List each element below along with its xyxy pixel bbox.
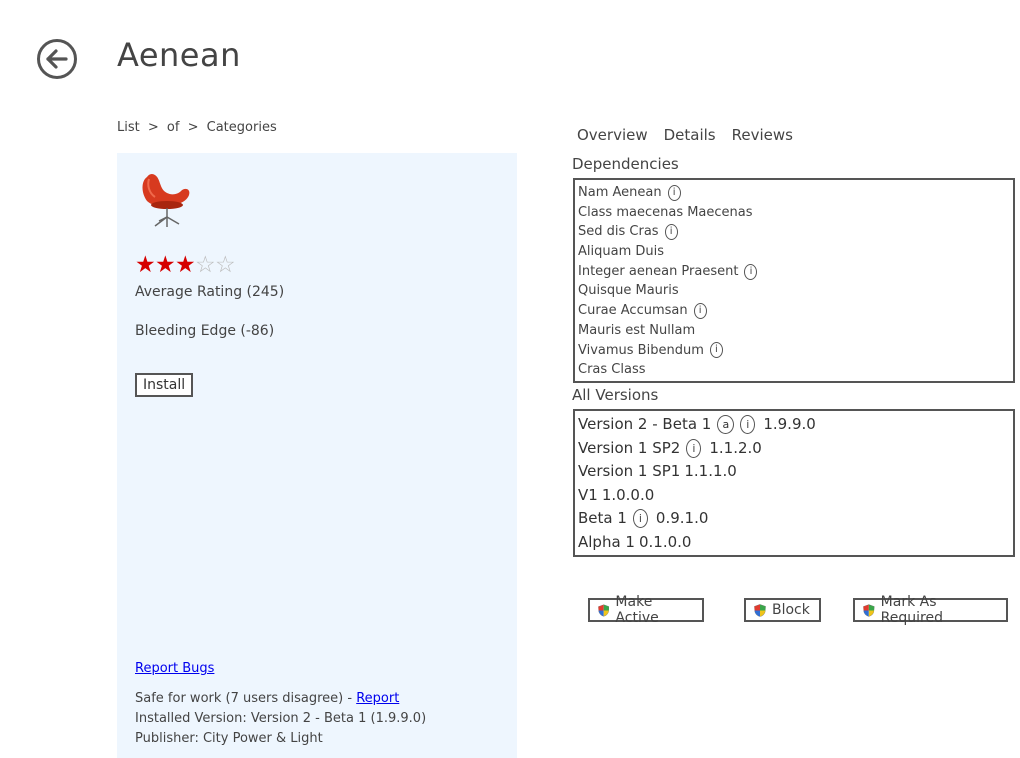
- safe-for-work-text: Safe for work (7 users disagree) -: [135, 691, 357, 706]
- report-link[interactable]: Report: [356, 691, 399, 706]
- block-label: Block: [772, 602, 810, 618]
- page-title: Aenean: [117, 36, 241, 74]
- dependency-name: Vivamus Bibendum: [578, 342, 704, 358]
- version-name: Version 2 - Beta 1: [578, 415, 712, 433]
- version-number: 0.1.0.0: [638, 532, 692, 551]
- version-item[interactable]: Version 2 - Beta 1 a i 1.9.9.0: [578, 413, 1010, 437]
- dependency-name: Integer aenean Praesent: [578, 263, 739, 279]
- make-active-button[interactable]: Make Active: [588, 594, 704, 626]
- info-icon[interactable]: i: [744, 263, 758, 280]
- breadcrumb-item-categories[interactable]: Categories: [207, 120, 277, 135]
- dependencies-heading: Dependencies: [572, 155, 679, 173]
- breadcrumb-item-list[interactable]: List: [117, 120, 140, 135]
- breadcrumb-item-of[interactable]: of: [167, 120, 180, 135]
- tab-details[interactable]: Details: [664, 126, 716, 144]
- block-button[interactable]: Block: [744, 598, 821, 622]
- breadcrumb-separator: >: [187, 120, 199, 135]
- versions-list[interactable]: Version 2 - Beta 1 a i 1.9.9.0 Version 1 SP2…: [573, 409, 1015, 557]
- version-name: Alpha 1: [578, 532, 635, 551]
- version-number: 1.9.9.0: [763, 415, 816, 433]
- version-number: 1.1.2.0: [709, 438, 762, 457]
- version-name: Version 1 SP2: [578, 438, 681, 457]
- dependency-item[interactable]: Cras Class: [578, 360, 1010, 380]
- dependency-name: Mauris est Nullam: [578, 322, 696, 338]
- shield-icon: [754, 603, 766, 617]
- dependency-item[interactable]: Aliquam Duis: [578, 242, 1010, 262]
- version-name: Version 1 SP1: [578, 462, 681, 480]
- tab-overview[interactable]: Overview: [577, 126, 648, 144]
- dependency-item[interactable]: Vivamus Bibendum i: [578, 341, 1010, 361]
- dependency-name: Aliquam Duis: [578, 244, 665, 260]
- info-icon[interactable]: i: [740, 415, 756, 435]
- report-bugs-link[interactable]: Report Bugs: [135, 661, 214, 676]
- dependency-name: Curae Accumsan: [578, 303, 688, 319]
- info-icon[interactable]: i: [667, 184, 681, 201]
- dependency-name: Cras Class: [578, 362, 646, 378]
- rating-stars: ★ ★ ★ ☆ ☆: [135, 252, 236, 278]
- dependency-name: Quisque Mauris: [578, 283, 679, 299]
- star-filled-icon: ★: [175, 252, 196, 278]
- make-active-label: Make Active: [615, 594, 659, 626]
- install-button[interactable]: Install: [135, 373, 194, 397]
- version-item[interactable]: Beta 1 i 0.9.1.0: [578, 507, 1010, 531]
- dependency-name: Nam Aenean: [578, 185, 662, 200]
- dependency-item[interactable]: Curae Accumsan i: [578, 301, 1010, 321]
- version-number: 0.9.1.0: [655, 509, 709, 527]
- breadcrumb-separator: >: [147, 120, 159, 135]
- version-name: Beta 1: [578, 509, 627, 527]
- mark-as-required-label: Mark As Required: [880, 594, 943, 626]
- safe-for-work-line: Safe for work (7 users disagree) - Repor…: [135, 689, 426, 709]
- tab-reviews[interactable]: Reviews: [732, 126, 793, 144]
- publisher: Publisher: City Power & Light: [135, 731, 323, 746]
- back-button[interactable]: [37, 39, 77, 79]
- back-arrow-icon: [46, 49, 68, 69]
- bleeding-edge-score: Bleeding Edge (-86): [135, 323, 275, 339]
- dependency-item[interactable]: Class maecenas Maecenas: [578, 203, 1010, 223]
- info-icon[interactable]: i: [686, 438, 702, 458]
- mark-as-required-button[interactable]: Mark As Required: [853, 594, 1008, 626]
- version-item[interactable]: Version 1 SP2 i 1.1.2.0: [578, 437, 1010, 461]
- version-item[interactable]: Version 1 SP1 1.1.1.0: [578, 460, 1010, 484]
- shield-icon: [598, 603, 610, 617]
- info-icon[interactable]: i: [693, 302, 707, 319]
- version-item[interactable]: Alpha 1 0.1.0.0: [578, 531, 1010, 555]
- dependency-item[interactable]: Integer aenean Praesent i: [578, 262, 1010, 282]
- info-icon[interactable]: i: [709, 342, 723, 359]
- dependency-name: Class maecenas Maecenas: [578, 204, 753, 220]
- star-filled-icon: ★: [155, 252, 176, 278]
- version-number: 1.1.1.0: [684, 462, 737, 480]
- detail-tabs: Overview Details Reviews: [577, 126, 793, 144]
- dependency-name: Sed dis Cras: [578, 224, 659, 240]
- dependency-item[interactable]: Quisque Mauris: [578, 281, 1010, 301]
- star-empty-icon: ☆: [195, 252, 216, 278]
- star-empty-icon: ☆: [215, 252, 236, 278]
- alpha-badge-icon: a: [717, 415, 735, 435]
- version-name: V1: [578, 485, 598, 504]
- app-summary-panel: ★ ★ ★ ☆ ☆ Average Rating (245) Bleeding Edge…: [117, 153, 517, 758]
- app-info-footer: Safe for work (7 users disagree) - Repor…: [135, 689, 426, 749]
- shield-icon: [863, 603, 875, 617]
- version-number: 1.0.0.0: [601, 485, 655, 504]
- versions-heading: All Versions: [572, 386, 659, 404]
- info-icon[interactable]: i: [632, 509, 648, 529]
- star-filled-icon: ★: [135, 252, 156, 278]
- dependency-item[interactable]: Nam Aenean i: [578, 183, 1010, 203]
- version-item[interactable]: V1 1.0.0.0: [578, 484, 1010, 508]
- installed-version: Installed Version: Version 2 - Beta 1 (1…: [135, 711, 427, 726]
- dependency-item[interactable]: Sed dis Cras i: [578, 222, 1010, 242]
- breadcrumb: List > of > Categories: [117, 120, 277, 135]
- dependencies-list[interactable]: Nam Aenean i Class maecenas Maecenas Sed di…: [573, 178, 1015, 383]
- app-details-page: Aenean List > of > Categories ★ ★ ★ ☆ ☆ Aver…: [0, 0, 1020, 758]
- dependency-item[interactable]: Mauris est Nullam: [578, 321, 1010, 341]
- info-icon[interactable]: i: [664, 224, 678, 241]
- red-chair-icon: [142, 173, 190, 227]
- average-rating: Average Rating (245): [135, 284, 285, 300]
